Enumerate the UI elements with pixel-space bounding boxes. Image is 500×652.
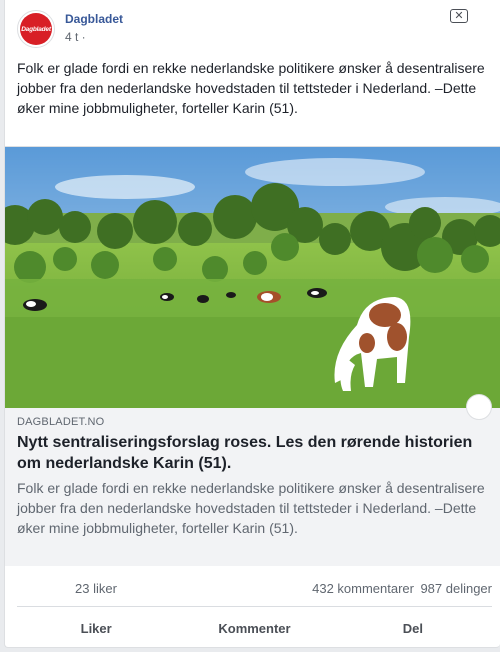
post-text: Folk er glade fordi en rekke nederlandsk… [17,60,485,116]
action-bar: Liker Kommenter Del [17,612,492,644]
link-description: Folk er glade fordi en rekke nederlandsk… [17,480,485,536]
feed-post: Dagbladet Dagbladet 4 t · ✕ Folk er glad… [4,0,500,648]
comment-button[interactable]: Kommenter [175,612,333,644]
divider [17,606,492,607]
shares-count[interactable]: 987 delinger [420,581,492,596]
post-timestamp[interactable]: 4 t · [65,30,86,44]
close-icon[interactable]: ✕ [450,9,468,23]
page-avatar[interactable]: Dagbladet [17,10,55,48]
link-image[interactable] [5,146,500,410]
dagbladet-logo: Dagbladet [20,13,52,45]
post-header: Dagbladet Dagbladet 4 t · ✕ [17,8,488,48]
share-button[interactable]: Del [334,612,492,644]
page-name-link[interactable]: Dagbladet [65,12,123,26]
like-button[interactable]: Liker [17,612,175,644]
link-title[interactable]: Nytt sentraliseringsforslag roses. Les d… [17,432,491,474]
link-domain: DAGBLADET.NO [17,416,105,428]
cows-in-field-image [5,147,500,409]
link-preview[interactable]: DAGBLADET.NO Nytt sentraliseringsforslag… [17,416,491,538]
post-stats: 23 liker 432 kommentarer 987 delinger [17,578,492,604]
likes-count[interactable]: 23 liker [75,581,117,596]
comments-count[interactable]: 432 kommentarer [312,581,414,596]
